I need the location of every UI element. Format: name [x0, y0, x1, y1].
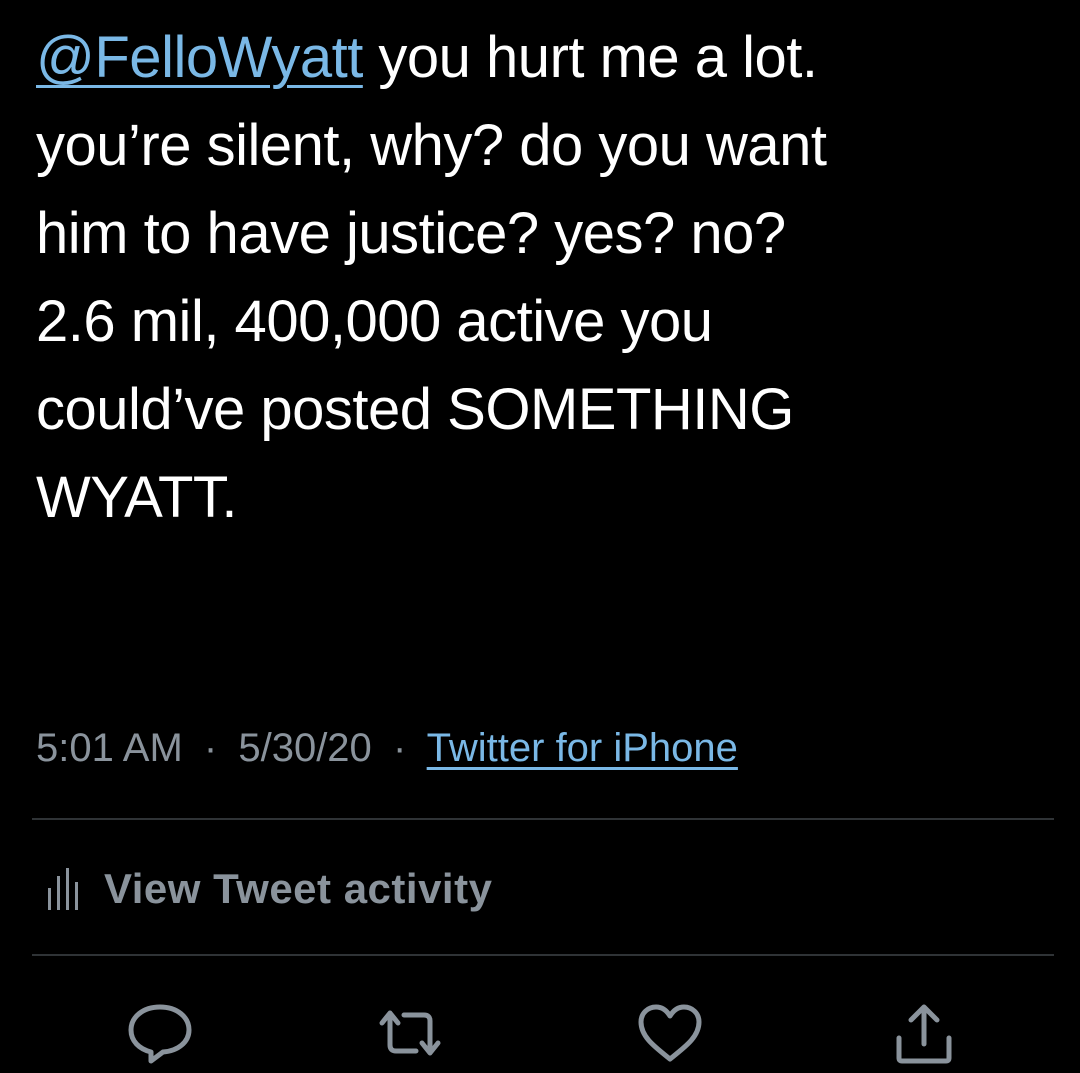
like-button[interactable] [632, 998, 708, 1068]
meta-separator: · [392, 726, 407, 770]
tweet-date: 5/30/20 [238, 726, 372, 770]
tweet-line-1: @FelloWyatt you hurt me a lot. [36, 14, 1056, 102]
tweet-line-5: could’ve posted SOMETHING [36, 377, 794, 442]
retweet-button[interactable] [372, 998, 448, 1068]
view-tweet-activity-button[interactable]: View Tweet activity [40, 854, 492, 924]
bar-chart-icon [40, 864, 80, 914]
divider [32, 954, 1054, 956]
tweet-time: 5:01 AM [36, 726, 183, 770]
tweet-metadata: 5:01 AM · 5/30/20 · Twitter for iPhone [36, 718, 738, 778]
share-button[interactable] [886, 998, 962, 1068]
share-icon [889, 1000, 959, 1066]
reply-button[interactable] [122, 998, 198, 1068]
reply-icon [125, 1001, 195, 1065]
tweet-action-bar [0, 990, 1080, 1070]
mention-link[interactable]: @FelloWyatt [36, 25, 363, 90]
heart-icon [635, 1001, 705, 1065]
tweet-text-segment: you hurt me a lot. [362, 25, 818, 90]
meta-separator: · [203, 726, 218, 770]
tweet-line-6: WYATT. [36, 465, 238, 530]
tweet-line-4: 2.6 mil, 400,000 active you [36, 289, 713, 354]
view-tweet-activity-label: View Tweet activity [104, 865, 493, 912]
tweet-source-link[interactable]: Twitter for iPhone [427, 726, 738, 770]
tweet-line-3: him to have justice? yes? no? [36, 201, 786, 266]
retweet-icon [372, 1001, 448, 1065]
divider [32, 818, 1054, 820]
tweet-line-2: you’re silent, why? do you want [36, 113, 827, 178]
tweet-text: @FelloWyatt you hurt me a lot. you’re si… [36, 14, 1056, 542]
